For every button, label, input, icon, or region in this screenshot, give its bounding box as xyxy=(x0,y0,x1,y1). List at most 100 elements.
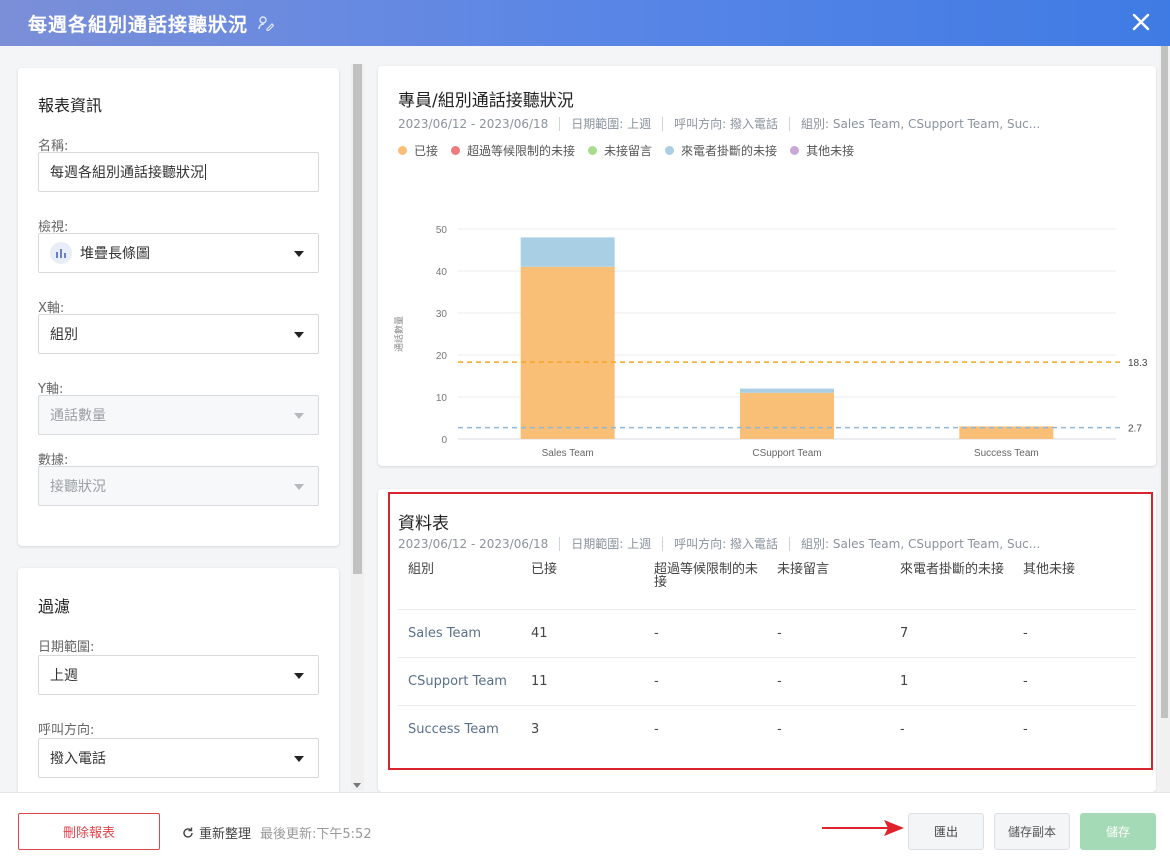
name-value: 每週各組別通話接聽狀況 xyxy=(50,165,204,181)
report-info-title: 報表資訊 xyxy=(38,96,103,115)
legend-dot-icon xyxy=(588,146,598,155)
y-tick-label: 50 xyxy=(436,225,448,236)
table-cell: Sales Team xyxy=(398,609,521,658)
data-value: 接聽狀況 xyxy=(50,479,106,495)
x-tick-label: CSupport Team xyxy=(752,448,821,459)
table-cell: 41 xyxy=(521,609,644,658)
save-copy-button[interactable]: 儲存副本 xyxy=(994,813,1070,850)
table-row: CSupport Team 11 - - 1 - xyxy=(398,657,1136,706)
delete-report-button[interactable]: 刪除報表 xyxy=(18,813,160,850)
legend-label: 超過等候限制的未接 xyxy=(467,144,576,158)
table-title: 資料表 xyxy=(398,514,449,534)
left-scrollbar-thumb[interactable] xyxy=(353,64,362,574)
chart-legend: 已接 超過等候限制的未接 未接留言 來電者掛斷的未接 其他未接 xyxy=(398,142,867,159)
table-cell: - xyxy=(654,721,659,737)
filter-title: 過濾 xyxy=(38,597,71,616)
data-table-card: 資料表 2023/06/12 - 2023/06/18 日期範圍: 上週 呼叫方… xyxy=(378,489,1156,792)
export-button[interactable]: 匯出 xyxy=(908,813,984,850)
legend-item[interactable]: 來電者掛斷的未接 xyxy=(665,142,777,159)
legend-item[interactable]: 超過等候限制的未接 xyxy=(451,142,575,159)
reference-line-label: 2.7 xyxy=(1128,424,1142,435)
chart-card: 專員/組別通話接聽狀況 2023/06/12 - 2023/06/18 日期範圍… xyxy=(378,66,1156,466)
legend-item[interactable]: 其他未接 xyxy=(790,142,854,159)
y-tick-label: 10 xyxy=(436,393,448,404)
refresh-link[interactable]: 重新整理 最後更新:下午5:52 xyxy=(182,823,372,842)
refresh-label: 重新整理 xyxy=(199,827,252,842)
refresh-icon xyxy=(183,827,193,838)
legend-dot-icon xyxy=(790,146,800,155)
table-cell: - xyxy=(777,721,782,737)
table-cell: - xyxy=(1013,657,1136,706)
stacked-bar-chart: 0 10 20 30 40 50 通話數量 Sales Team CSupport Team Su… xyxy=(393,225,1148,459)
call-direction-value: 撥入電話 xyxy=(50,751,106,767)
table-cell: 11 xyxy=(521,657,644,706)
dialog-footer: 刪除報表 重新整理 最後更新:下午5:52 匯出 儲存副本 儲存 xyxy=(0,792,1170,865)
meta-groups: 組別: Sales Team, CSupport Team, Suc... xyxy=(801,117,1041,131)
close-icon[interactable] xyxy=(1128,9,1154,35)
table-cell: CSupport Team xyxy=(398,657,521,706)
column-header: 組別 xyxy=(398,561,521,610)
text-cursor xyxy=(205,164,206,180)
x-tick-label: Success Team xyxy=(974,448,1039,459)
chevron-down-icon xyxy=(294,484,304,490)
legend-item[interactable]: 未接留言 xyxy=(588,142,652,159)
table-row: Success Team 3 - - - - xyxy=(398,705,1136,753)
right-scrollbar[interactable] xyxy=(1159,46,1170,792)
right-scrollbar-thumb[interactable] xyxy=(1161,46,1168,718)
date-range-label: 日期範圍: xyxy=(38,640,95,655)
view-select[interactable]: 堆疊長條圖 xyxy=(38,233,319,273)
legend-dot-icon xyxy=(398,146,407,155)
chart-meta-row: 2023/06/12 - 2023/06/18 日期範圍: 上週 呼叫方向: 撥… xyxy=(398,115,1040,132)
column-header: 超過等候限制的未接 xyxy=(644,561,767,610)
data-select: 接聽狀況 xyxy=(38,466,319,506)
table-header-row: 組別 已接 超過等候限制的未接 未接留言 來電者掛斷的未接 其他未接 xyxy=(398,561,1136,610)
legend-label: 來電者掛斷的未接 xyxy=(681,144,778,158)
settings-pane: 報表資訊 名稱: 每週各組別通話接聽狀況 檢視: 堆疊長條圖 X軸: 組別 Y軸… xyxy=(0,46,364,792)
meta-range: 日期範圍: 上週 xyxy=(571,537,652,551)
y-tick-label: 30 xyxy=(436,309,448,320)
table-cell: - xyxy=(900,721,905,737)
bar-segment xyxy=(520,237,615,267)
bar-segment xyxy=(520,266,615,439)
left-scrollbar[interactable] xyxy=(351,64,364,790)
y-tick-label: 0 xyxy=(441,435,447,446)
reference-line-label: 18.3 xyxy=(1128,358,1148,369)
meta-dates: 2023/06/12 - 2023/06/18 xyxy=(398,116,549,131)
filter-card: 過濾 日期範圍: 上週 呼叫方向: 撥入電話 xyxy=(18,568,339,792)
chart-title: 專員/組別通話接聽狀況 xyxy=(398,91,574,111)
y-axis-label: 通話數量 xyxy=(393,316,405,352)
table-cell: - xyxy=(1023,721,1028,737)
red-arrow-annotation-icon xyxy=(822,820,904,836)
x-axis-select[interactable]: 組別 xyxy=(38,314,319,354)
scroll-down-arrow-icon[interactable] xyxy=(353,783,361,788)
legend-label: 其他未接 xyxy=(806,144,855,158)
edit-title-icon[interactable] xyxy=(258,15,275,31)
chevron-down-icon xyxy=(294,756,304,762)
save-button[interactable]: 儲存 xyxy=(1080,813,1156,850)
meta-dates: 2023/06/12 - 2023/06/18 xyxy=(398,536,549,551)
meta-direction: 呼叫方向: 撥入電話 xyxy=(674,117,779,131)
call-direction-label: 呼叫方向: xyxy=(38,723,95,738)
y-axis-select: 通話數量 xyxy=(38,395,319,435)
legend-item[interactable]: 已接 xyxy=(398,142,438,159)
chevron-down-icon xyxy=(294,413,304,419)
table-cell: 7 xyxy=(890,609,1013,658)
report-title: 每週各組別通話接聽狀況 xyxy=(28,13,249,36)
chevron-down-icon xyxy=(294,332,304,338)
y-axis-value: 通話數量 xyxy=(50,408,106,424)
date-range-select[interactable]: 上週 xyxy=(38,655,319,695)
legend-label: 已接 xyxy=(414,144,439,158)
x-axis-value: 組別 xyxy=(50,327,78,343)
table-row: Sales Team 41 - - 7 - xyxy=(398,609,1136,658)
last-update-text: 最後更新:下午5:52 xyxy=(260,827,372,842)
name-input[interactable]: 每週各組別通話接聽狀況 xyxy=(38,152,319,192)
call-direction-select[interactable]: 撥入電話 xyxy=(38,738,319,778)
chevron-down-icon xyxy=(294,673,304,679)
column-header: 來電者掛斷的未接 xyxy=(890,561,1013,610)
view-value: 堆疊長條圖 xyxy=(80,246,150,262)
table-cell: 1 xyxy=(890,657,1013,706)
x-tick-label: Sales Team xyxy=(542,448,594,459)
table-cell: - xyxy=(644,609,767,658)
table-cell: - xyxy=(644,657,767,706)
table-cell: - xyxy=(1013,609,1136,658)
